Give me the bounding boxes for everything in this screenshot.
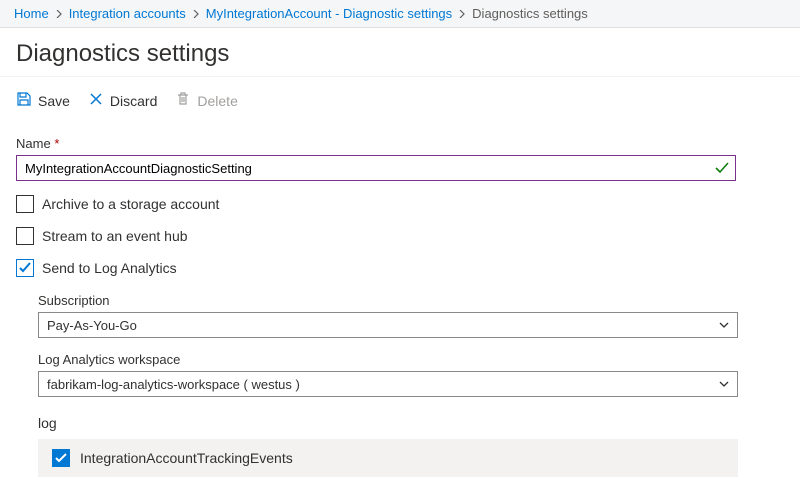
stream-label: Stream to an event hub: [42, 228, 188, 244]
delete-label: Delete: [197, 93, 237, 109]
log-heading: log: [38, 415, 784, 431]
loganalytics-checkbox-row[interactable]: Send to Log Analytics: [16, 259, 784, 277]
checkbox-icon: [16, 227, 34, 245]
form-content: Name * Archive to a storage account Stre…: [0, 122, 800, 493]
discard-label: Discard: [110, 93, 157, 109]
archive-label: Archive to a storage account: [42, 196, 219, 212]
checkbox-icon: [16, 195, 34, 213]
chevron-down-icon: [718, 319, 730, 331]
trash-icon: [175, 91, 191, 110]
subscription-select[interactable]: Pay-As-You-Go: [38, 312, 738, 338]
name-label-text: Name: [16, 136, 51, 151]
chevron-right-icon: [192, 6, 200, 21]
chevron-right-icon: [55, 6, 63, 21]
breadcrumb-current: Diagnostics settings: [472, 6, 588, 21]
checkbox-checked-filled-icon: [52, 449, 70, 467]
workspace-label: Log Analytics workspace: [38, 352, 784, 367]
chevron-down-icon: [718, 378, 730, 390]
archive-checkbox-row[interactable]: Archive to a storage account: [16, 195, 784, 213]
name-input[interactable]: [16, 155, 736, 181]
checkbox-checked-icon: [16, 259, 34, 277]
close-icon: [88, 91, 104, 110]
stream-checkbox-row[interactable]: Stream to an event hub: [16, 227, 784, 245]
toolbar: Save Discard Delete: [0, 76, 800, 122]
save-label: Save: [38, 93, 70, 109]
breadcrumb-integration-accounts[interactable]: Integration accounts: [69, 6, 186, 21]
save-button[interactable]: Save: [16, 89, 70, 112]
log-tracking-events-row[interactable]: IntegrationAccountTrackingEvents: [38, 439, 738, 477]
subscription-value: Pay-As-You-Go: [38, 312, 738, 338]
required-asterisk: *: [54, 136, 59, 151]
delete-button: Delete: [175, 89, 237, 112]
breadcrumb-home[interactable]: Home: [14, 6, 49, 21]
checkmark-icon: [714, 160, 730, 176]
chevron-right-icon: [458, 6, 466, 21]
workspace-select[interactable]: fabrikam-log-analytics-workspace ( westu…: [38, 371, 738, 397]
workspace-value: fabrikam-log-analytics-workspace ( westu…: [38, 371, 738, 397]
breadcrumb: Home Integration accounts MyIntegrationA…: [0, 0, 800, 28]
log-section: log IntegrationAccountTrackingEvents: [38, 415, 784, 477]
name-input-wrap: [16, 155, 736, 181]
loganalytics-label: Send to Log Analytics: [42, 260, 177, 276]
name-label: Name *: [16, 136, 784, 151]
subscription-label: Subscription: [38, 293, 784, 308]
loganalytics-subsection: Subscription Pay-As-You-Go Log Analytics…: [38, 293, 784, 397]
save-icon: [16, 91, 32, 110]
page-title: Diagnostics settings: [0, 28, 800, 76]
breadcrumb-account-detail[interactable]: MyIntegrationAccount - Diagnostic settin…: [206, 6, 452, 21]
log-item-label: IntegrationAccountTrackingEvents: [80, 450, 293, 466]
discard-button[interactable]: Discard: [88, 89, 157, 112]
